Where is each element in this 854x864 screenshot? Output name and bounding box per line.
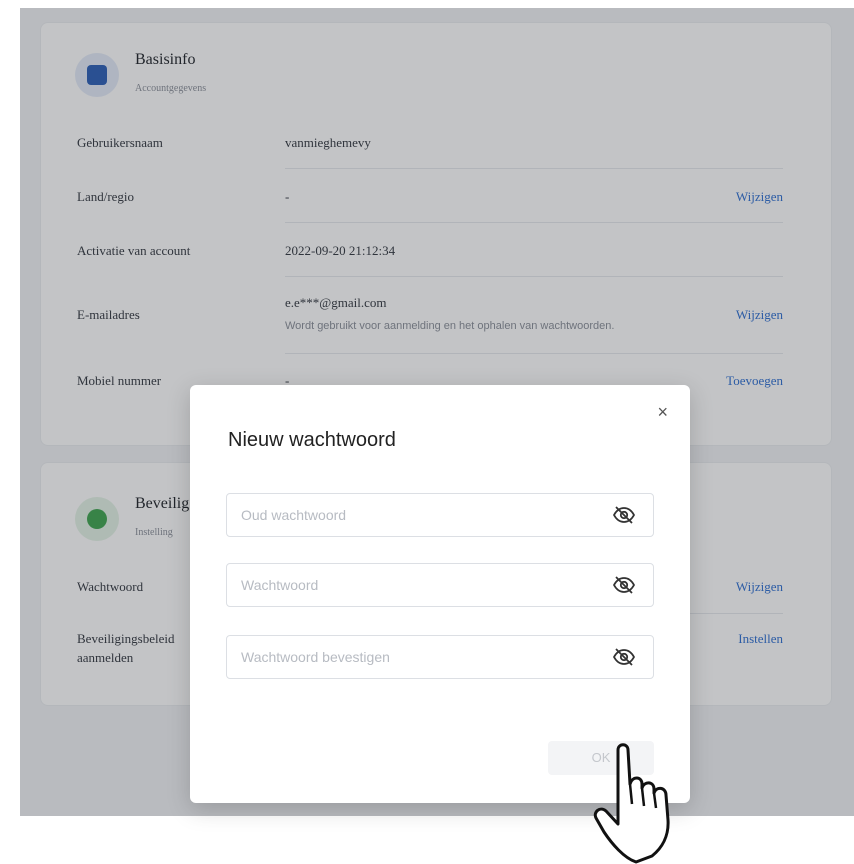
eye-slash-icon[interactable] [613,648,635,666]
eye-slash-icon[interactable] [613,506,635,524]
dialog-title: Nieuw wachtwoord [228,429,396,451]
confirm-password-input[interactable] [241,636,581,678]
old-password-field [226,493,654,537]
close-icon[interactable]: × [657,403,668,421]
new-password-field [226,563,654,607]
eye-slash-icon[interactable] [613,576,635,594]
confirm-password-field [226,635,654,679]
new-password-input[interactable] [241,564,581,606]
hand-pointer-icon [593,743,670,864]
old-password-input[interactable] [241,494,581,536]
